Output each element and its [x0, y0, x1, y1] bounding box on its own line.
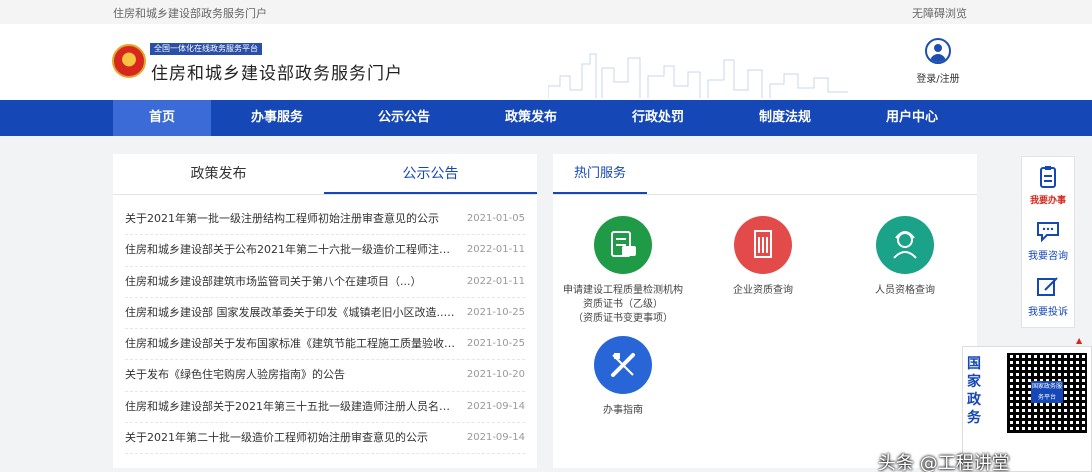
- list-item[interactable]: 住房和城乡建设部关于发布国家标准《建筑节能工程施工质量验收标准》 2021-10…: [125, 329, 525, 361]
- hot-services-title: 热门服务: [553, 154, 647, 194]
- top-bar: 住房和城乡建设部政务服务门户 无障碍浏览: [0, 0, 1092, 24]
- nav-item-user-center[interactable]: 用户中心: [863, 100, 961, 136]
- news-title[interactable]: 关于2021年第一批一级注册结构工程师初始注册审查意见的公示: [125, 204, 455, 234]
- nav-item-notices[interactable]: 公示公告: [355, 100, 453, 136]
- list-item[interactable]: 住房和城乡建设部 国家发展改革委关于印发《城镇老旧小区改造...》 2021-1…: [125, 298, 525, 330]
- login-label: 登录/注册: [916, 74, 960, 85]
- news-date: 2021-09-14: [466, 432, 525, 444]
- skyline-decoration: [548, 53, 848, 98]
- chat-icon: [1035, 219, 1061, 243]
- news-title[interactable]: 关于发布《绿色住宅购房人验房指南》的公告: [125, 360, 455, 390]
- pencil-ruler-icon: [594, 336, 652, 394]
- person-icon: [876, 216, 934, 274]
- news-title[interactable]: 关于2021年第二十批一级造价工程师初始注册审查意见的公示: [125, 423, 455, 453]
- float-item-complaint[interactable]: 我要投诉: [1022, 275, 1074, 318]
- edit-icon: [1035, 275, 1061, 299]
- nav-item-penalty[interactable]: 行政处罚: [609, 100, 707, 136]
- list-item[interactable]: 关于2021年第二十批一级造价工程师初始注册审查意见的公示 2021-09-14: [125, 423, 525, 455]
- floating-sidebar: 我要办事 我要咨询 我要投诉: [1021, 156, 1075, 328]
- float-label: 我要办事: [1029, 196, 1066, 206]
- hot-services-panel: 热门服务 申请建设工程质量检测机构资质证书（乙级） （资质证书变更事项） 企业资…: [553, 154, 977, 468]
- service-quality-license[interactable]: 申请建设工程质量检测机构资质证书（乙级） （资质证书变更事项）: [563, 216, 683, 326]
- watermark-text: 头条 @工程讲堂: [878, 453, 1010, 472]
- user-avatar-icon: [925, 38, 951, 64]
- service-label-line2: （资质证书变更事项）: [573, 313, 673, 324]
- service-enterprise-query[interactable]: 企业资质查询: [703, 216, 823, 298]
- news-title[interactable]: 住房和城乡建设部关于发布国家标准《建筑节能工程施工质量验收标准》: [125, 329, 455, 359]
- news-date: 2022-01-11: [466, 244, 525, 256]
- portal-title[interactable]: 住房和城乡建设部政务服务门户: [151, 59, 403, 84]
- service-personnel-query[interactable]: 人员资格查询: [845, 216, 965, 298]
- news-date: 2021-09-14: [466, 400, 525, 412]
- nav-item-services[interactable]: 办事服务: [228, 100, 326, 136]
- float-item-handle[interactable]: 我要办事: [1022, 165, 1074, 206]
- national-emblem-icon: [112, 44, 146, 78]
- service-label: 人员资格查询: [875, 285, 935, 296]
- news-title[interactable]: 住房和城乡建设部建筑市场监管司关于第八个在建项目（...）: [125, 267, 455, 297]
- news-title[interactable]: 住房和城乡建设部关于公布2021年第二十六批一级造价工程师注册审查意见的公示: [125, 235, 455, 265]
- service-label: 申请建设工程质量检测机构资质证书（乙级） （资质证书变更事项）: [563, 284, 683, 326]
- news-title[interactable]: 住房和城乡建设部 国家发展改革委关于印发《城镇老旧小区改造...》: [125, 298, 455, 328]
- list-item[interactable]: 关于2021年第一批一级注册结构工程师初始注册审查意见的公示 2021-01-0…: [125, 204, 525, 236]
- news-title[interactable]: 住房和城乡建设部关于2021年第三十五批一级建造师注册人员名单的公告: [125, 392, 455, 422]
- hot-services-divider: [553, 194, 977, 195]
- service-label-line1: 申请建设工程质量检测机构资质证书（乙级）: [563, 285, 683, 310]
- float-label: 我要投诉: [1028, 307, 1068, 318]
- topbar-site-name: 住房和城乡建设部政务服务门户: [113, 7, 267, 20]
- service-label: 企业资质查询: [733, 285, 793, 296]
- list-item[interactable]: 住房和城乡建设部关于公布2021年第二十六批一级造价工程师注册审查意见的公示 2…: [125, 235, 525, 267]
- news-date: 2022-01-11: [466, 275, 525, 287]
- news-date: 2021-10-20: [466, 369, 525, 381]
- news-date: 2021-10-25: [466, 338, 525, 350]
- tab-policy[interactable]: 政策发布: [113, 154, 324, 194]
- clipboard-icon: [1035, 165, 1061, 189]
- header: 全国一体化在线政务服务平台 住房和城乡建设部政务服务门户 登录/注册: [0, 24, 1092, 100]
- nav-item-regulations[interactable]: 制度法规: [736, 100, 834, 136]
- service-guide[interactable]: 办事指南: [563, 336, 683, 418]
- building-icon: [734, 216, 792, 274]
- main-nav: 首页 办事服务 公示公告 政策发布 行政处罚 制度法规 用户中心: [0, 100, 1092, 136]
- qr-center-badge: 国家政务服务平台: [1031, 381, 1063, 403]
- platform-subtitle: 全国一体化在线政务服务平台: [150, 43, 262, 55]
- back-to-top-icon[interactable]: ▲: [1076, 336, 1082, 345]
- list-item[interactable]: 关于发布《绿色住宅购房人验房指南》的公告 2021-10-20: [125, 360, 525, 392]
- accessibility-link[interactable]: 无障碍浏览: [912, 5, 967, 21]
- service-label: 办事指南: [603, 405, 643, 416]
- nav-item-home[interactable]: 首页: [113, 100, 211, 136]
- tab-notice[interactable]: 公示公告: [324, 154, 537, 194]
- tabs-divider: [113, 194, 537, 195]
- gov-card-text: 国家政务: [967, 356, 981, 426]
- list-item[interactable]: 住房和城乡建设部建筑市场监管司关于第八个在建项目（...） 2022-01-11: [125, 267, 525, 298]
- float-item-consult[interactable]: 我要咨询: [1022, 219, 1074, 262]
- login-button[interactable]: 登录/注册: [915, 38, 961, 85]
- news-list: 关于2021年第一批一级注册结构工程师初始注册审查意见的公示 2021-01-0…: [125, 204, 525, 455]
- news-date: 2021-10-25: [466, 306, 525, 318]
- news-panel: 政策发布 公示公告 关于2021年第一批一级注册结构工程师初始注册审查意见的公示…: [113, 154, 537, 468]
- document-card-icon: [594, 216, 652, 274]
- news-date: 2021-01-05: [466, 213, 525, 224]
- nav-item-policy[interactable]: 政策发布: [482, 100, 580, 136]
- list-item[interactable]: 住房和城乡建设部关于2021年第三十五批一级建造师注册人员名单的公告 2021-…: [125, 392, 525, 424]
- float-label: 我要咨询: [1028, 251, 1068, 262]
